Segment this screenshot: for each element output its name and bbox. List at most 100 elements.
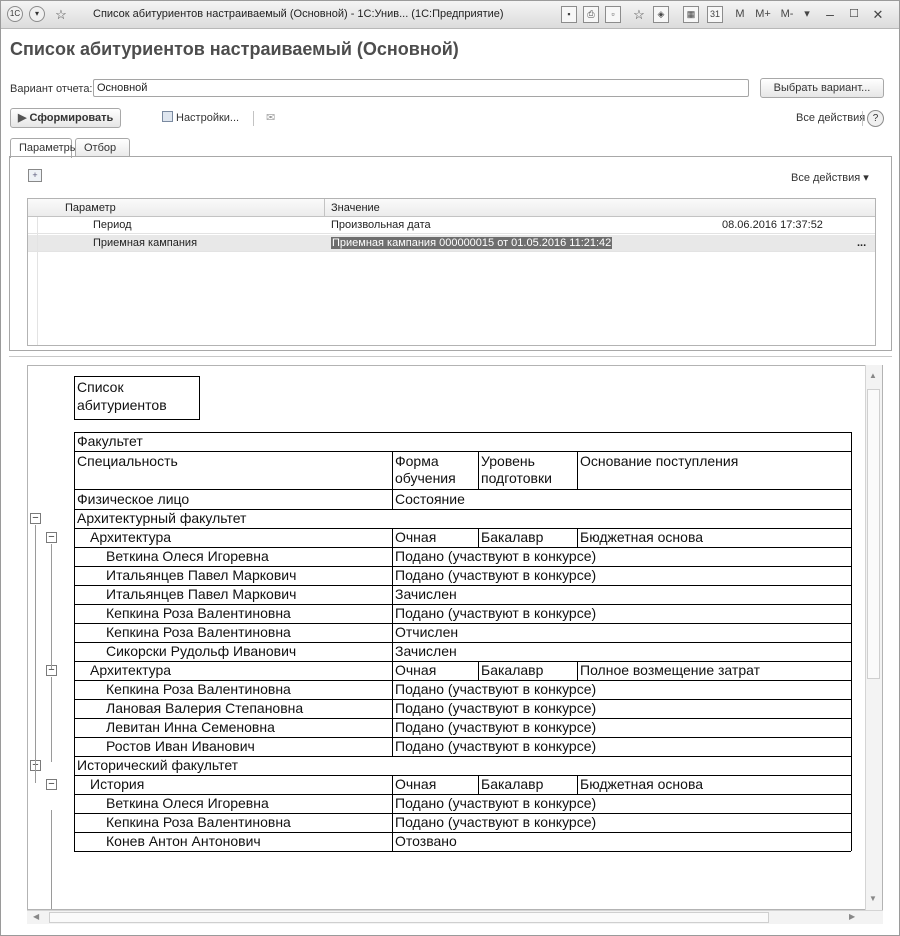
- grid-line: [74, 737, 75, 756]
- cell-basis: Бюджетная основа: [580, 529, 704, 545]
- cell-state: Подано (участвуют в конкурсе): [395, 814, 597, 830]
- preview-icon[interactable]: ▫: [605, 6, 621, 23]
- cell-name: Веткина Олеся Игоревна: [106, 795, 269, 811]
- tab-filter[interactable]: Отбор: [75, 138, 130, 157]
- memory-button[interactable]: M: [733, 6, 747, 23]
- grid-line: [392, 699, 393, 718]
- row-marker-column: [28, 217, 38, 345]
- grid-line: [74, 547, 75, 566]
- grid-line: [74, 680, 75, 699]
- cell-state: Подано (участвуют в конкурсе): [395, 700, 597, 716]
- collapse-group-icon[interactable]: −: [30, 513, 41, 524]
- grid-line: [851, 718, 852, 737]
- favorite-star-icon[interactable]: ☆: [53, 6, 69, 23]
- grid-line: [392, 737, 393, 756]
- grid-line: [74, 718, 75, 737]
- choose-variant-button[interactable]: Выбрать вариант...: [760, 78, 884, 98]
- collapse-group-icon[interactable]: −: [46, 532, 57, 543]
- column-divider: [324, 199, 325, 217]
- grid-line: [74, 509, 75, 528]
- grid-line: [851, 661, 852, 680]
- grid-line: [577, 451, 578, 489]
- report-row-spec[interactable]: [74, 775, 851, 794]
- grid-line: [851, 566, 852, 585]
- cell-basis: Полное возмещение затрат: [580, 662, 761, 678]
- grid-line: [74, 813, 75, 832]
- minimize-icon[interactable]: –: [823, 6, 837, 23]
- vertical-scrollbar[interactable]: ▲ ▼: [865, 365, 882, 910]
- choice-button[interactable]: ...: [857, 235, 866, 251]
- column-header-value[interactable]: Значение: [331, 200, 380, 216]
- scroll-thumb[interactable]: [867, 389, 880, 679]
- header-form: Форма: [395, 453, 439, 469]
- grid-line: [851, 794, 852, 813]
- settings-icon: [162, 111, 173, 122]
- scroll-thumb[interactable]: [49, 912, 769, 923]
- star-icon[interactable]: ☆: [631, 6, 647, 23]
- cell-level: Бакалавр: [481, 529, 544, 545]
- cell-name: Лановая Валерия Степановна: [106, 700, 304, 716]
- param-date[interactable]: 08.06.2016 17:37:52: [722, 217, 823, 233]
- cell-name: Архитектурный факультет: [77, 510, 247, 526]
- grid-line: [74, 489, 851, 490]
- app-logo-icon[interactable]: 1С: [7, 6, 23, 22]
- grid-line: [478, 661, 479, 680]
- settings-button[interactable]: Настройки...: [154, 108, 247, 128]
- header-faculty: Факультет: [77, 433, 143, 449]
- calendar-icon[interactable]: 31: [707, 6, 723, 23]
- params-all-actions-menu[interactable]: Все действия ▾: [791, 171, 869, 184]
- grid-line: [74, 775, 75, 794]
- report-spreadsheet[interactable]: Список абитуриентов Факультет Специальность…: [27, 365, 883, 910]
- grid-line: [392, 604, 393, 623]
- tab-parameters[interactable]: Параметры: [10, 138, 78, 158]
- history-icon[interactable]: ◈: [653, 6, 669, 23]
- cell-name: Исторический факультет: [77, 757, 239, 773]
- dropdown-icon[interactable]: ▾: [801, 6, 813, 23]
- splitter[interactable]: [9, 356, 892, 357]
- memory-plus-button[interactable]: M+: [753, 6, 773, 23]
- scroll-up-icon[interactable]: ▲: [869, 371, 877, 380]
- cell-name: Кепкина Роза Валентиновна: [106, 624, 291, 640]
- scroll-right-icon[interactable]: ▶: [849, 912, 855, 921]
- cell-state: Отчислен: [395, 624, 459, 640]
- play-icon: ▶: [18, 112, 30, 124]
- generate-button[interactable]: ▶ Сформировать: [10, 108, 122, 128]
- grid-line: [74, 432, 851, 433]
- scroll-down-icon[interactable]: ▼: [869, 894, 877, 903]
- memory-minus-button[interactable]: M-: [777, 6, 797, 23]
- cell-name: Сикорски Рудольф Иванович: [106, 643, 297, 659]
- close-icon[interactable]: ✕: [871, 6, 885, 23]
- calculator-icon[interactable]: ▦: [683, 6, 699, 23]
- table-row[interactable]: Период Произвольная дата 08.06.2016 17:3…: [28, 217, 875, 234]
- settings-button-label: Настройки...: [176, 112, 240, 124]
- column-header-parameter[interactable]: Параметр: [65, 200, 116, 216]
- help-icon[interactable]: ?: [867, 110, 884, 127]
- param-value[interactable]: Приемная кампания 000000015 от 01.05.201…: [331, 237, 613, 249]
- save-icon[interactable]: ▪: [561, 6, 577, 23]
- grid-line: [577, 775, 578, 794]
- param-value[interactable]: Произвольная дата: [331, 217, 431, 233]
- grid-line: [74, 566, 75, 585]
- grid-line: [392, 813, 393, 832]
- grid-line: [478, 775, 479, 794]
- table-row[interactable]: Приемная кампания Приемная кампания 0000…: [28, 235, 875, 252]
- variant-field[interactable]: Основной: [93, 79, 749, 97]
- cell-name: Ростов Иван Иванович: [106, 738, 255, 754]
- maximize-icon[interactable]: ☐: [847, 6, 861, 23]
- cell-name: Конев Антон Антонович: [106, 833, 261, 849]
- toolbar-divider: [862, 111, 863, 126]
- collapse-group-icon[interactable]: −: [46, 779, 57, 790]
- scroll-left-icon[interactable]: ◀: [33, 912, 39, 921]
- cell-form: Очная: [395, 529, 437, 545]
- print-icon[interactable]: ⎙: [583, 6, 599, 23]
- page-title: Список абитуриентов настраиваемый (Основ…: [10, 39, 459, 59]
- chevron-down-icon[interactable]: ▾: [29, 6, 45, 22]
- add-parameter-icon[interactable]: +: [28, 169, 42, 182]
- grid-line: [74, 432, 75, 509]
- horizontal-scrollbar[interactable]: ◀ ▶: [27, 910, 883, 924]
- report-row-spec[interactable]: [74, 528, 851, 547]
- cell-name: Веткина Олеся Игоревна: [106, 548, 269, 564]
- send-icon[interactable]: ✉: [258, 108, 283, 128]
- grid-line: [74, 623, 75, 642]
- param-value-selected[interactable]: Приемная кампания 000000015 от 01.05.201…: [331, 235, 613, 251]
